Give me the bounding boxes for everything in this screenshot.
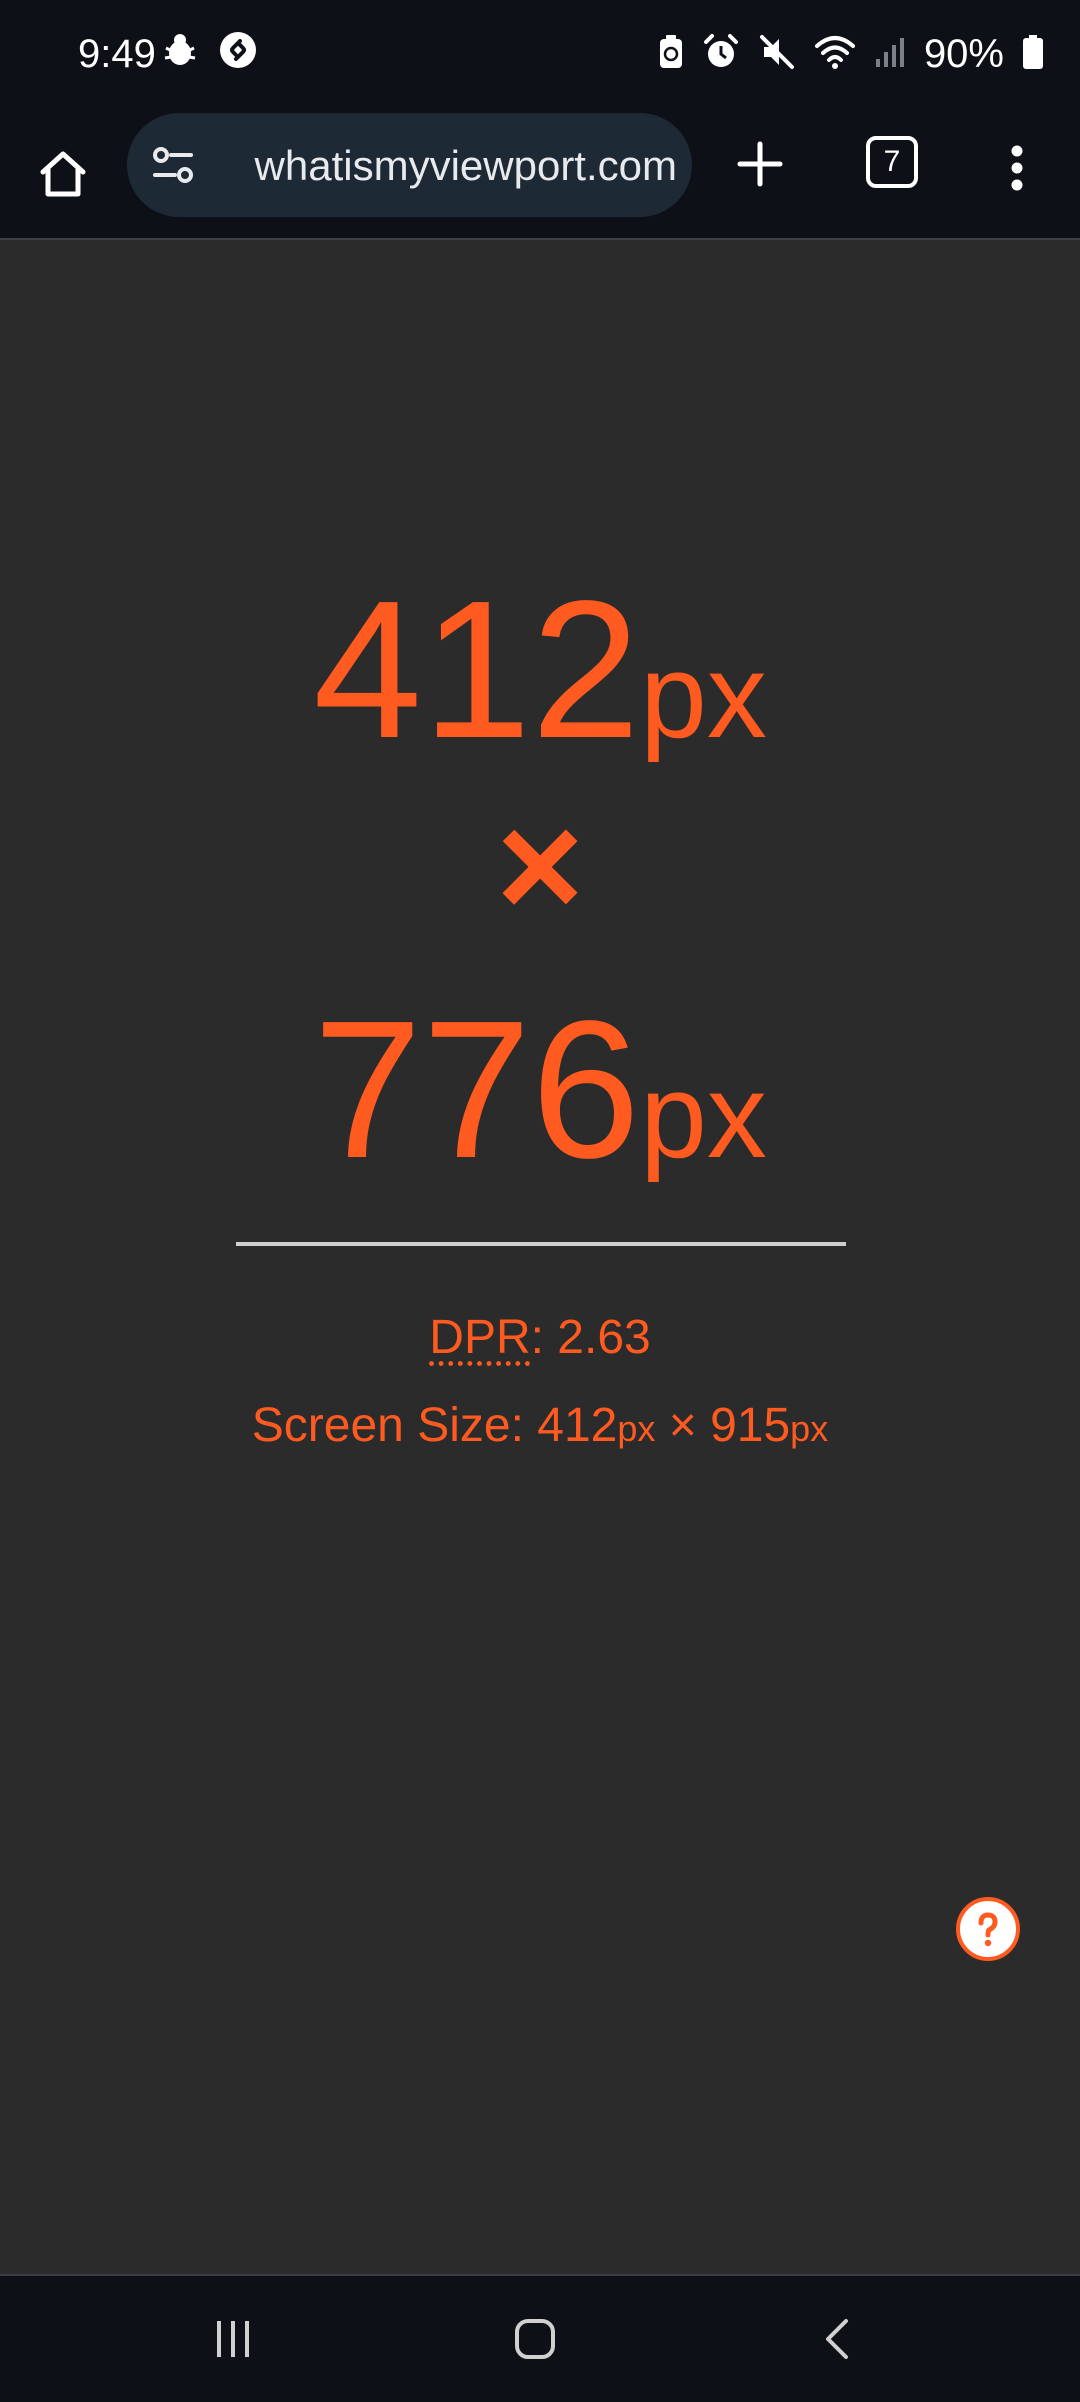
status-bar: 9:49 90% — [0, 0, 1080, 110]
divider — [236, 1242, 846, 1246]
dpr-line: DPR: 2.63 — [0, 1308, 1080, 1368]
viewport-width-number: 412 — [313, 560, 641, 779]
back-button[interactable] — [798, 2304, 878, 2374]
dpr-separator: : — [530, 1311, 558, 1364]
status-time: 9:49 — [78, 32, 156, 76]
address-bar[interactable]: whatismyviewport.com — [127, 113, 692, 217]
url-text[interactable]: whatismyviewport.com — [207, 139, 677, 193]
screen-height-unit: px — [790, 1408, 829, 1449]
battery-saver-icon — [658, 34, 684, 75]
status-system-icons: 90% — [658, 28, 1044, 80]
system-navigation-bar — [0, 2274, 1080, 2402]
url-value: whatismyviewport.com — [254, 142, 677, 189]
dpr-value: 2.63 — [557, 1311, 651, 1364]
home-icon — [40, 151, 86, 197]
help-button[interactable] — [956, 1897, 1020, 1961]
screen-size-line: Screen Size: 412px × 915px — [0, 1396, 1080, 1459]
new-tab-button[interactable] — [725, 124, 795, 204]
times-sign: × — [496, 781, 584, 949]
viewport-height: 776px — [0, 990, 1080, 1190]
home-icon — [515, 2319, 555, 2359]
question-mark-icon — [978, 1912, 998, 1947]
alarm-icon — [702, 33, 740, 76]
battery-icon — [1022, 34, 1044, 75]
tab-count: 7 — [866, 136, 918, 188]
system-home-button[interactable] — [495, 2304, 575, 2374]
screen-width-value: 412 — [537, 1399, 618, 1452]
page-content — [0, 240, 1080, 2274]
screen-height-value: 915 — [710, 1399, 791, 1452]
viewport-height-number: 776 — [313, 980, 641, 1199]
screen-times: × — [655, 1399, 711, 1452]
screen-width-unit: px — [617, 1408, 656, 1449]
screen-size-label: Screen Size: — [251, 1399, 538, 1452]
tune-icon[interactable] — [147, 139, 199, 191]
bug-notification-icon — [160, 30, 200, 75]
signal-icon — [874, 35, 906, 74]
more-vert-icon — [1011, 145, 1023, 191]
browser-toolbar: whatismyviewport.com 7 — [0, 110, 1080, 240]
recents-icon — [217, 2321, 249, 2357]
home-button[interactable] — [30, 130, 96, 218]
viewport-height-unit: px — [640, 1049, 767, 1183]
overflow-menu-button[interactable] — [1000, 128, 1034, 208]
plus-icon — [737, 141, 783, 187]
shazam-icon — [218, 30, 258, 75]
dpr-label[interactable]: DPR — [429, 1311, 530, 1364]
battery-percent: 90% — [923, 32, 1004, 76]
tab-switcher-button[interactable]: 7 — [862, 132, 922, 192]
viewport-width: 412px — [0, 570, 1080, 770]
back-icon — [826, 2319, 848, 2359]
status-notification-icons — [160, 30, 258, 75]
viewport-width-unit: px — [640, 629, 767, 763]
mute-icon — [758, 33, 796, 76]
wifi-icon — [814, 33, 856, 76]
recents-button[interactable] — [193, 2304, 273, 2374]
